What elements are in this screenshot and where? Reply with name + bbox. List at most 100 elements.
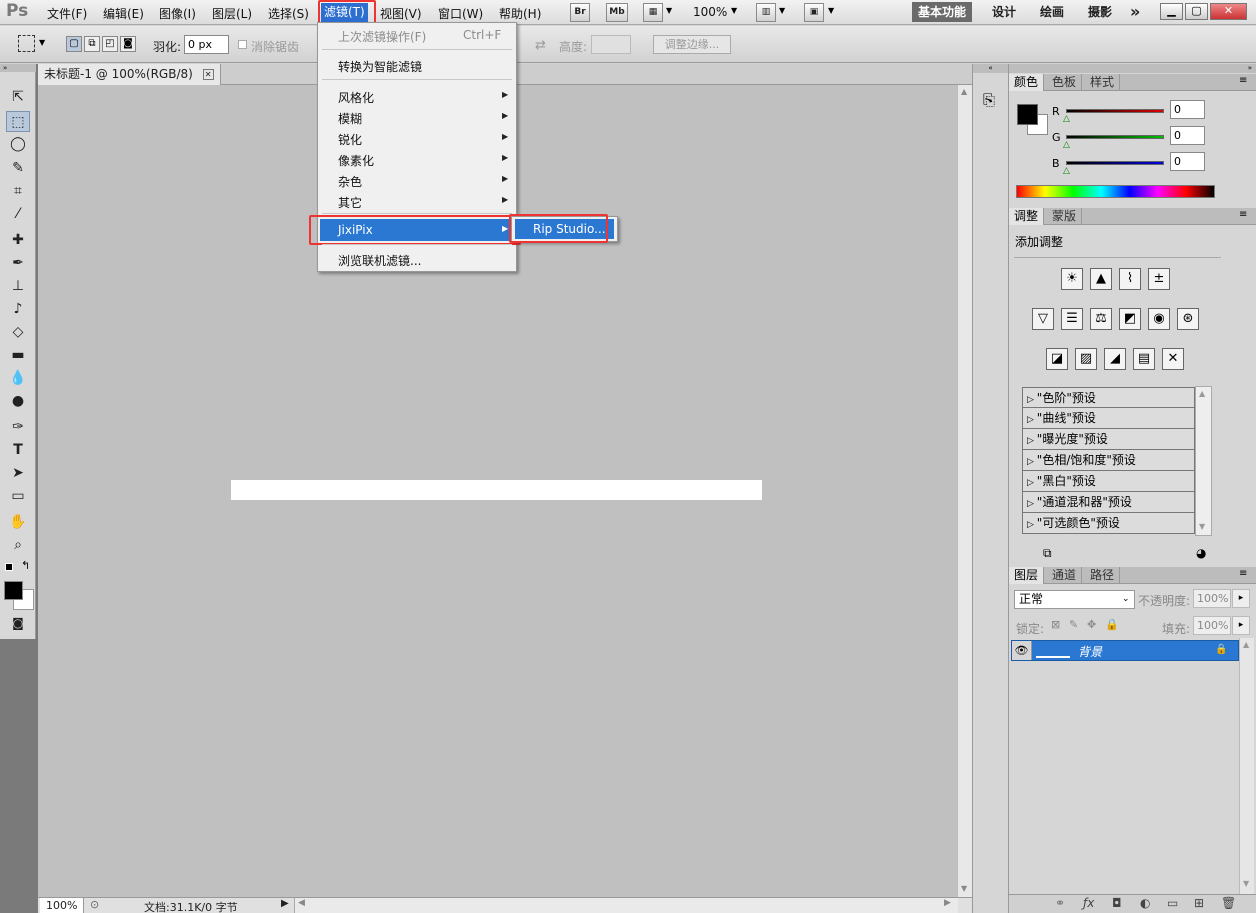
channel-g-value[interactable]: 0 (1170, 126, 1205, 145)
scroll-down-icon[interactable]: ▼ (961, 884, 967, 893)
color-spectrum-ramp[interactable] (1016, 185, 1215, 198)
menu-filter[interactable]: 滤镜(T) (321, 3, 368, 22)
tab-adjustments[interactable]: 调整 (1009, 208, 1045, 225)
swap-icon[interactable]: ⇄ (535, 38, 546, 53)
bridge-button[interactable]: Br (570, 3, 590, 22)
healing-brush-tool-icon[interactable]: ✚ (6, 230, 30, 251)
layer-name[interactable]: 背景 (1078, 643, 1102, 660)
zoom-tool-icon[interactable]: ⌕ (6, 535, 30, 556)
workspace-design[interactable]: 设计 (992, 2, 1016, 22)
feather-input[interactable]: 0 px (184, 35, 229, 54)
menu-image[interactable]: 图像(I) (159, 5, 196, 22)
tab-channels[interactable]: 通道 (1047, 567, 1083, 584)
stamp-tool-icon[interactable]: ⊥ (6, 276, 30, 297)
channel-mixer-icon[interactable]: ⊛ (1177, 308, 1199, 330)
tab-masks[interactable]: 蒙版 (1047, 208, 1083, 225)
selective-color-icon[interactable]: ✕ (1162, 348, 1184, 370)
panels-collapse-icon[interactable]: » (1009, 64, 1256, 73)
move-tool-icon[interactable]: ⇱ (6, 87, 30, 108)
workspace-painting[interactable]: 绘画 (1040, 2, 1064, 22)
color-balance-icon[interactable]: ⚖ (1090, 308, 1112, 330)
preset-exposure[interactable]: ▷ "曝光度"预设 (1022, 429, 1195, 450)
preset-scrollbar[interactable]: ▲ ▼ (1195, 386, 1212, 536)
menu-item-noise[interactable]: 杂色 (338, 173, 362, 190)
extras-button[interactable]: ▦ (643, 3, 663, 22)
status-menu-arrow-icon[interactable]: ▶ (281, 898, 289, 909)
panel-collapse-icon[interactable]: » (0, 64, 36, 72)
scroll-down-icon[interactable]: ▼ (1243, 879, 1249, 888)
tab-layers[interactable]: 图层 (1009, 567, 1045, 584)
expand-arrow-icon[interactable]: ▷ (1027, 499, 1037, 509)
layers-scrollbar[interactable]: ▲ ▼ (1239, 638, 1254, 894)
shape-tool-icon[interactable]: ▭ (6, 486, 30, 507)
menu-item-sharpen[interactable]: 锐化 (338, 131, 362, 148)
path-select-tool-icon[interactable]: ➤ (6, 463, 30, 484)
horizontal-scrollbar[interactable] (294, 898, 958, 913)
scroll-up-icon[interactable]: ▲ (1243, 640, 1249, 649)
foreground-color-swatch[interactable] (4, 581, 23, 600)
marquee-tool-icon[interactable] (18, 35, 35, 52)
default-colors-icon[interactable] (5, 563, 13, 571)
new-group-icon[interactable]: ▭ (1167, 896, 1178, 910)
menu-item-blur[interactable]: 模糊 (338, 110, 362, 127)
link-layers-icon[interactable]: ⚭ (1055, 896, 1065, 910)
arrange-docs-button[interactable]: ▥ (756, 3, 776, 22)
layer-row-background[interactable]: 👁 背景 🔒 (1011, 640, 1239, 661)
fx-icon[interactable]: ƒx (1083, 896, 1094, 910)
expand-arrow-icon[interactable]: ▷ (1027, 457, 1037, 467)
chevron-down-icon[interactable]: ⌄ (1122, 591, 1130, 608)
expand-arrow-icon[interactable]: ▷ (1027, 395, 1037, 405)
more-workspaces-button[interactable]: » (1130, 2, 1140, 22)
fill-slider-arrow-icon[interactable]: ▸ (1232, 616, 1250, 635)
status-zoom[interactable]: 100% (40, 898, 84, 913)
rect-marquee-tool-icon[interactable]: ⬚ (6, 111, 30, 132)
crop-tool-icon[interactable]: ⌗ (6, 181, 30, 202)
gradient-map-icon[interactable]: ▤ (1133, 348, 1155, 370)
dodge-tool-icon[interactable]: ● (6, 391, 30, 412)
lock-transparency-icon[interactable]: ⊠ (1051, 618, 1060, 631)
vertical-scrollbar[interactable]: ▲ ▼ (957, 85, 972, 897)
channel-r-value[interactable]: 0 (1170, 100, 1205, 119)
menu-view[interactable]: 视图(V) (380, 5, 422, 22)
invert-icon[interactable]: ◪ (1046, 348, 1068, 370)
exposure-icon[interactable]: ± (1148, 268, 1170, 290)
color-fg-swatch[interactable] (1017, 104, 1038, 125)
adjustment-layer-icon[interactable]: ◐ (1140, 896, 1150, 910)
screen-mode-button[interactable]: ▣ (804, 3, 824, 22)
opacity-slider-arrow-icon[interactable]: ▸ (1232, 589, 1250, 608)
preset-black-white[interactable]: ▷ "黑白"预设 (1022, 471, 1195, 492)
menu-edit[interactable]: 编辑(E) (103, 5, 144, 22)
brightness-icon[interactable]: ☀ (1061, 268, 1083, 290)
brush-tool-icon[interactable]: ✒ (6, 253, 30, 274)
menu-item-stylize[interactable]: 风格化 (338, 89, 374, 106)
tab-swatches[interactable]: 色板 (1047, 74, 1083, 91)
curves-icon[interactable]: ⌇ (1119, 268, 1141, 290)
close-icon[interactable]: ✕ (1210, 3, 1247, 20)
scroll-down-icon[interactable]: ▼ (1199, 522, 1205, 531)
threshold-icon[interactable]: ◢ (1104, 348, 1126, 370)
slider-thumb-icon[interactable]: △ (1063, 114, 1070, 124)
lock-all-icon[interactable]: 🔒 (1105, 618, 1119, 631)
subtract-selection-icon[interactable]: ◰ (102, 36, 118, 52)
slider-thumb-icon[interactable]: △ (1063, 140, 1070, 150)
channel-g-slider[interactable] (1066, 135, 1164, 139)
opacity-input[interactable]: 100% (1193, 589, 1231, 608)
clip-layer-icon[interactable]: ⧉ (1043, 546, 1052, 561)
add-selection-icon[interactable]: ⧉ (84, 36, 100, 52)
hand-tool-icon[interactable]: ✋ (6, 512, 30, 533)
panel-menu-icon[interactable]: ≡ (1239, 568, 1247, 579)
channel-b-slider[interactable] (1066, 161, 1164, 165)
posterize-icon[interactable]: ▨ (1075, 348, 1097, 370)
menu-file[interactable]: 文件(F) (47, 5, 87, 22)
scroll-left-icon[interactable]: ◀ (298, 898, 305, 908)
menu-item-other[interactable]: 其它 (338, 194, 362, 211)
mini-bridge-button[interactable]: Mb (606, 3, 628, 22)
quick-select-tool-icon[interactable]: ✎ (6, 158, 30, 179)
dock-collapse-icon[interactable]: « (973, 64, 1008, 73)
channel-b-value[interactable]: 0 (1170, 152, 1205, 171)
blend-mode-select[interactable]: 正常 ⌄ (1014, 590, 1135, 609)
chevron-down-icon[interactable]: ▼ (666, 6, 672, 15)
scroll-up-icon[interactable]: ▲ (1199, 389, 1205, 398)
delete-layer-icon[interactable]: 🗑 (1221, 896, 1236, 910)
photo-filter-icon[interactable]: ◉ (1148, 308, 1170, 330)
